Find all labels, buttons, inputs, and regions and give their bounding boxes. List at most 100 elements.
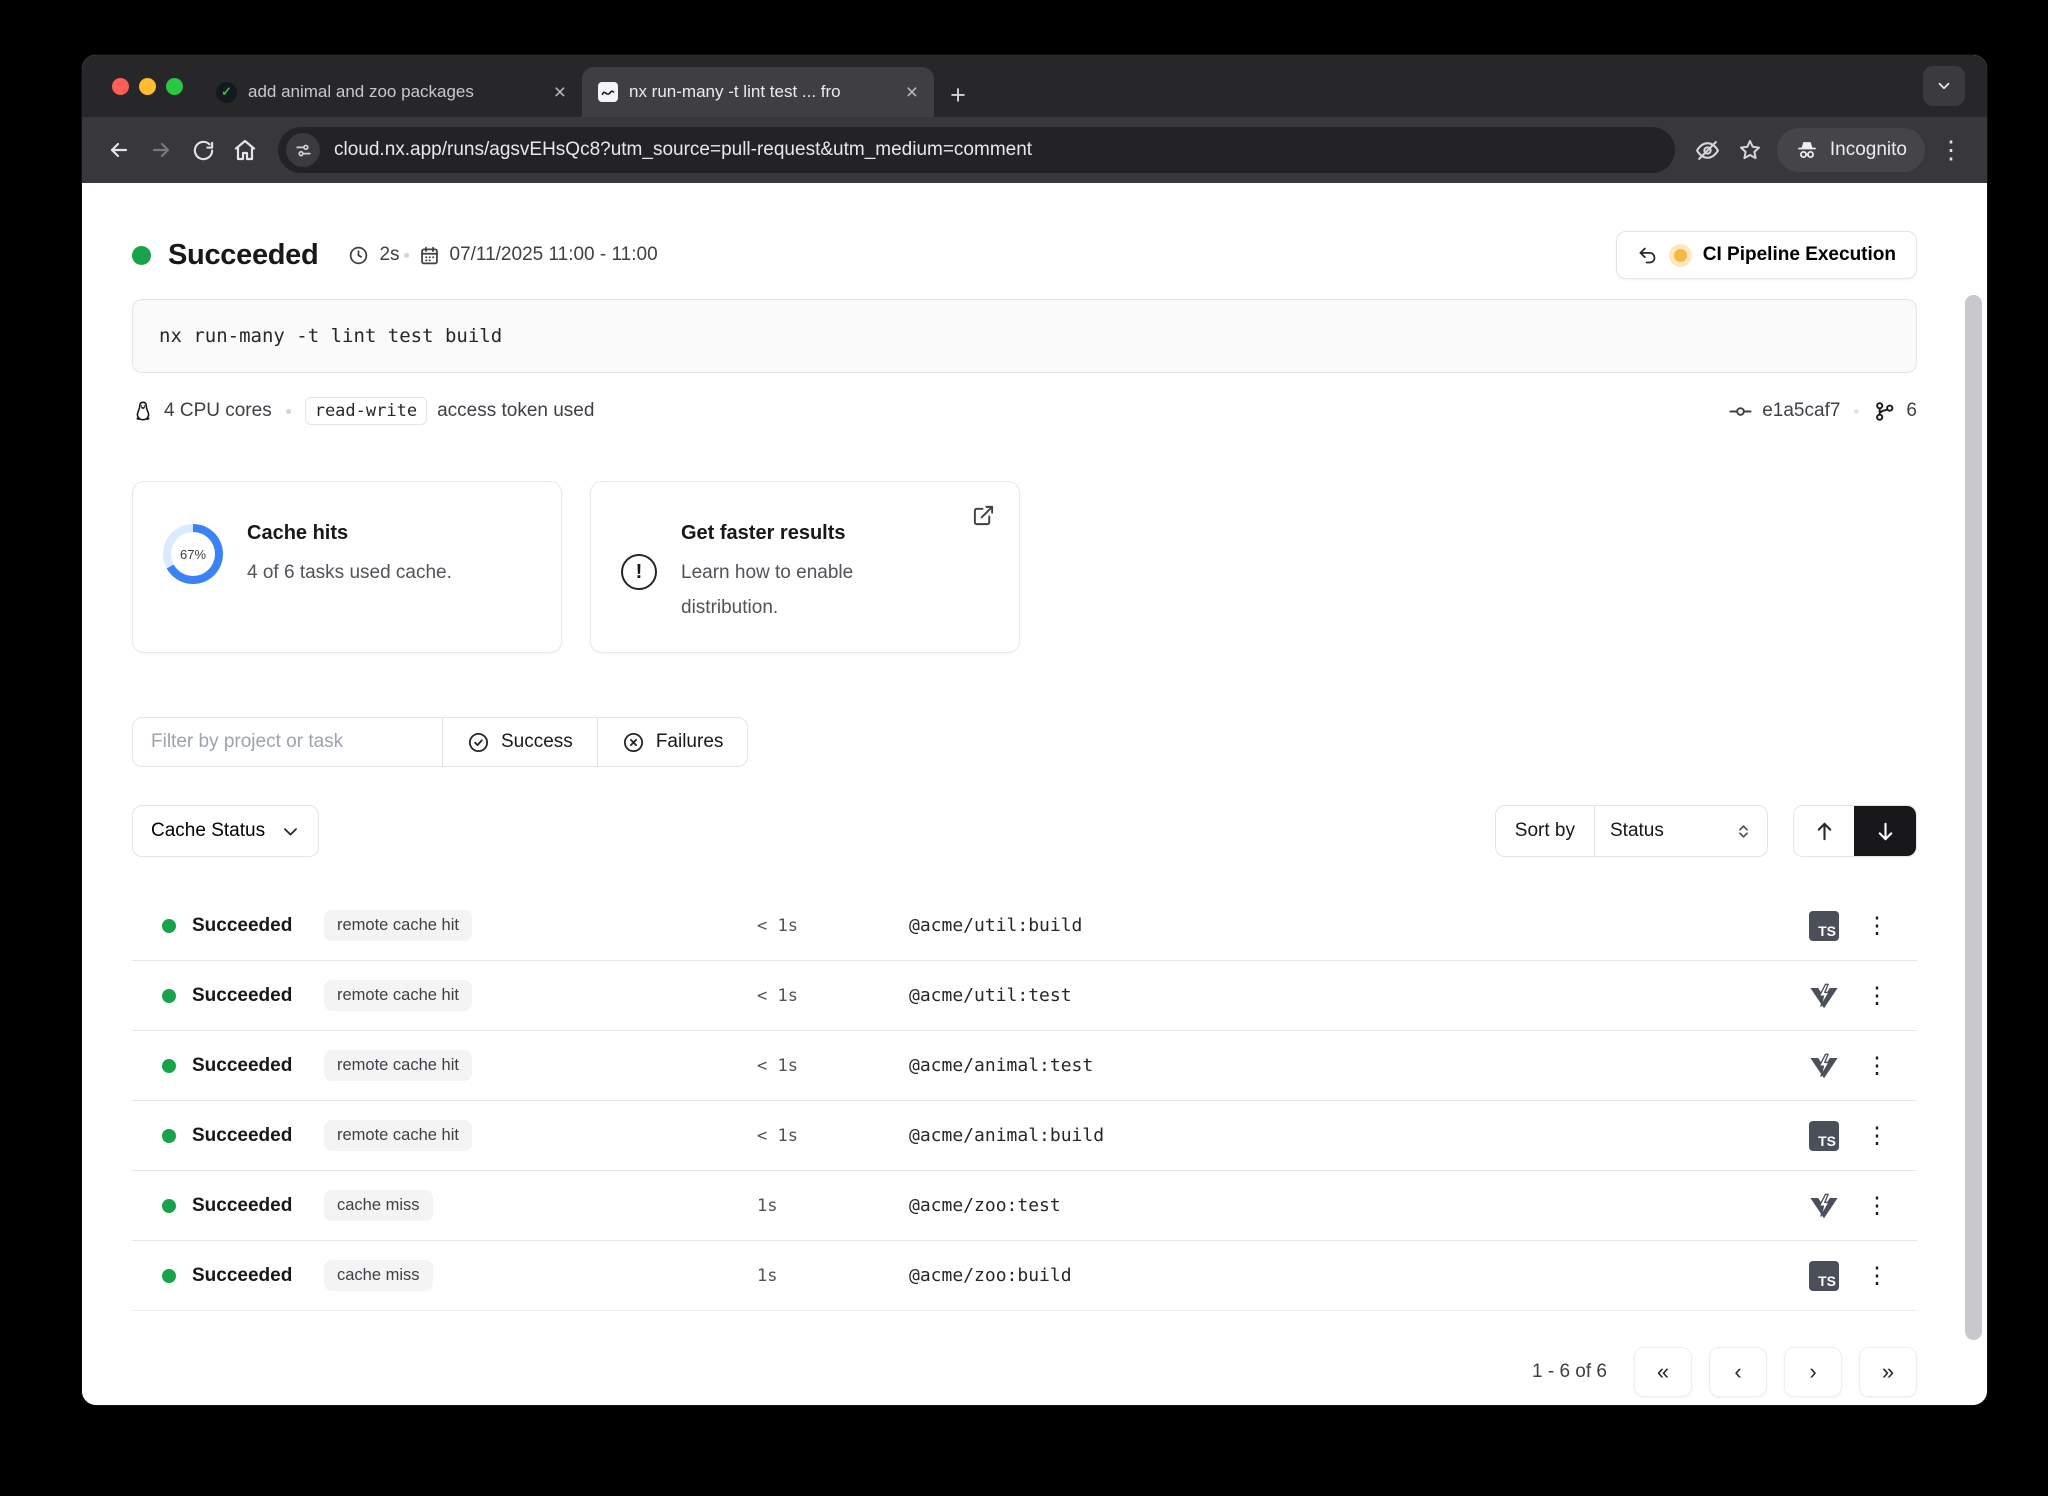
task-name[interactable]: @acme/zoo:build <box>909 1265 1789 1286</box>
eye-off-icon[interactable] <box>1687 129 1729 171</box>
prev-page-button[interactable]: ‹ <box>1709 1347 1767 1397</box>
row-menu-button[interactable]: ⋮ <box>1859 982 1895 1009</box>
run-status-title: Succeeded <box>168 239 318 272</box>
cache-badge-cell: remote cache hit <box>324 910 757 941</box>
forward-button[interactable] <box>140 129 182 171</box>
cache-status-badge: remote cache hit <box>324 1050 472 1081</box>
close-window-button[interactable] <box>112 78 129 95</box>
task-name[interactable]: @acme/util:build <box>909 915 1789 936</box>
next-page-button[interactable]: › <box>1784 1347 1842 1397</box>
task-name[interactable]: @acme/animal:build <box>909 1125 1789 1146</box>
distribution-card-title: Get faster results <box>681 522 931 545</box>
row-menu-button[interactable]: ⋮ <box>1859 1192 1895 1219</box>
cache-status-dropdown[interactable]: Cache Status <box>132 805 319 857</box>
summary-cards: 67% Cache hits 4 of 6 tasks used cache. … <box>132 481 1917 653</box>
task-name[interactable]: @acme/util:test <box>909 985 1789 1006</box>
task-row[interactable]: Succeeded remote cache hit < 1s @acme/ut… <box>132 891 1917 961</box>
tab-pull-request[interactable]: ✓ add animal and zoo packages × <box>200 67 582 117</box>
home-button[interactable] <box>224 129 266 171</box>
task-duration: 1s <box>757 1196 909 1216</box>
last-page-button[interactable]: » <box>1859 1347 1917 1397</box>
filter-input[interactable] <box>133 718 443 766</box>
arrow-down-icon <box>1874 820 1897 843</box>
distribution-card[interactable]: ! Get faster results Learn how to enable… <box>590 481 1020 653</box>
first-page-button[interactable]: « <box>1634 1347 1692 1397</box>
browser-menu-button[interactable]: ⋮ <box>1931 129 1971 171</box>
close-tab-icon[interactable]: × <box>906 82 918 103</box>
sort-select[interactable]: Status <box>1595 806 1767 856</box>
task-status: Succeeded <box>162 1125 324 1147</box>
sort-ascending-button[interactable] <box>1794 806 1854 856</box>
maximize-window-button[interactable] <box>166 78 183 95</box>
status-dot <box>132 246 151 265</box>
task-name[interactable]: @acme/animal:test <box>909 1055 1789 1076</box>
status-dot <box>162 1199 176 1213</box>
task-status: Succeeded <box>162 1265 324 1287</box>
filter-success-button[interactable]: Success <box>443 718 598 766</box>
close-tab-icon[interactable]: × <box>554 82 566 103</box>
task-status-label: Succeeded <box>192 985 292 1007</box>
row-menu-button[interactable]: ⋮ <box>1859 912 1895 939</box>
incognito-badge[interactable]: Incognito <box>1777 128 1925 172</box>
browser-window: ✓ add animal and zoo packages × nx run-m… <box>82 55 1987 1405</box>
commit-hash[interactable]: e1a5caf7 <box>1762 400 1840 422</box>
task-status-label: Succeeded <box>192 915 292 937</box>
git-branch-icon <box>1873 400 1896 423</box>
status-dot <box>162 1129 176 1143</box>
incognito-icon <box>1795 138 1819 162</box>
site-info-icon[interactable] <box>286 133 320 167</box>
filter-failures-button[interactable]: Failures <box>598 718 748 766</box>
back-button[interactable] <box>98 129 140 171</box>
cache-badge-cell: cache miss <box>324 1260 757 1291</box>
x-circle-icon <box>622 731 645 754</box>
tab-search-button[interactable] <box>1923 66 1965 106</box>
vitest-icon <box>1809 981 1839 1011</box>
external-link-icon[interactable] <box>972 504 995 527</box>
task-name[interactable]: @acme/zoo:test <box>909 1195 1789 1216</box>
cache-card-subtitle: 4 of 6 tasks used cache. <box>247 555 452 590</box>
task-row[interactable]: Succeeded remote cache hit < 1s @acme/ut… <box>132 961 1917 1031</box>
separator-dot <box>286 409 291 414</box>
pagination: 1 - 6 of 6 « ‹ › » <box>132 1347 1917 1397</box>
ci-pipeline-execution-button[interactable]: CI Pipeline Execution <box>1616 231 1917 279</box>
cache-percent: 67% <box>171 532 215 576</box>
window-controls <box>112 78 183 95</box>
minimize-window-button[interactable] <box>139 78 156 95</box>
row-menu-button[interactable]: ⋮ <box>1859 1052 1895 1079</box>
task-duration: < 1s <box>757 1126 909 1146</box>
row-menu-button[interactable]: ⋮ <box>1859 1262 1895 1289</box>
task-tool-cell: TS <box>1789 1121 1859 1151</box>
task-tool-cell: TS <box>1789 1261 1859 1291</box>
task-row[interactable]: Succeeded remote cache hit < 1s @acme/an… <box>132 1031 1917 1101</box>
branch-count[interactable]: 6 <box>1906 400 1917 422</box>
task-row[interactable]: Succeeded cache miss 1s @acme/zoo:test ⋮ <box>132 1171 1917 1241</box>
github-check-icon: ✓ <box>216 82 237 103</box>
cache-status-badge: remote cache hit <box>324 980 472 1011</box>
task-row[interactable]: Succeeded cache miss 1s @acme/zoo:build … <box>132 1241 1917 1311</box>
vitest-icon <box>1809 1051 1839 1081</box>
tab-nx-run[interactable]: nx run-many -t lint test ... fro × <box>582 67 934 117</box>
task-duration: < 1s <box>757 986 909 1006</box>
task-duration: 1s <box>757 1266 909 1286</box>
incognito-label: Incognito <box>1830 139 1907 161</box>
cache-status-badge: remote cache hit <box>324 1120 472 1151</box>
clock-icon <box>348 245 369 266</box>
cpu-cores-text: 4 CPU cores <box>164 400 272 422</box>
page-scrollbar[interactable] <box>1965 295 1982 1340</box>
access-token-text: access token used <box>437 400 594 422</box>
bookmark-star-icon[interactable] <box>1729 129 1771 171</box>
cache-hits-card: 67% Cache hits 4 of 6 tasks used cache. <box>132 481 562 653</box>
duration-text: 2s <box>379 244 399 266</box>
cache-status-badge: remote cache hit <box>324 910 472 941</box>
time-range-text: 07/11/2025 11:00 - 11:00 <box>450 244 658 266</box>
status-dot <box>162 1269 176 1283</box>
reload-button[interactable] <box>182 129 224 171</box>
status-dot <box>162 989 176 1003</box>
typescript-icon: TS <box>1809 1261 1839 1291</box>
arrow-up-icon <box>1813 820 1836 843</box>
task-row[interactable]: Succeeded remote cache hit < 1s @acme/an… <box>132 1101 1917 1171</box>
sort-descending-button[interactable] <box>1854 806 1916 856</box>
row-menu-button[interactable]: ⋮ <box>1859 1122 1895 1149</box>
new-tab-button[interactable]: + <box>938 73 978 117</box>
address-bar[interactable]: cloud.nx.app/runs/agsvEHsQc8?utm_source=… <box>278 127 1675 173</box>
